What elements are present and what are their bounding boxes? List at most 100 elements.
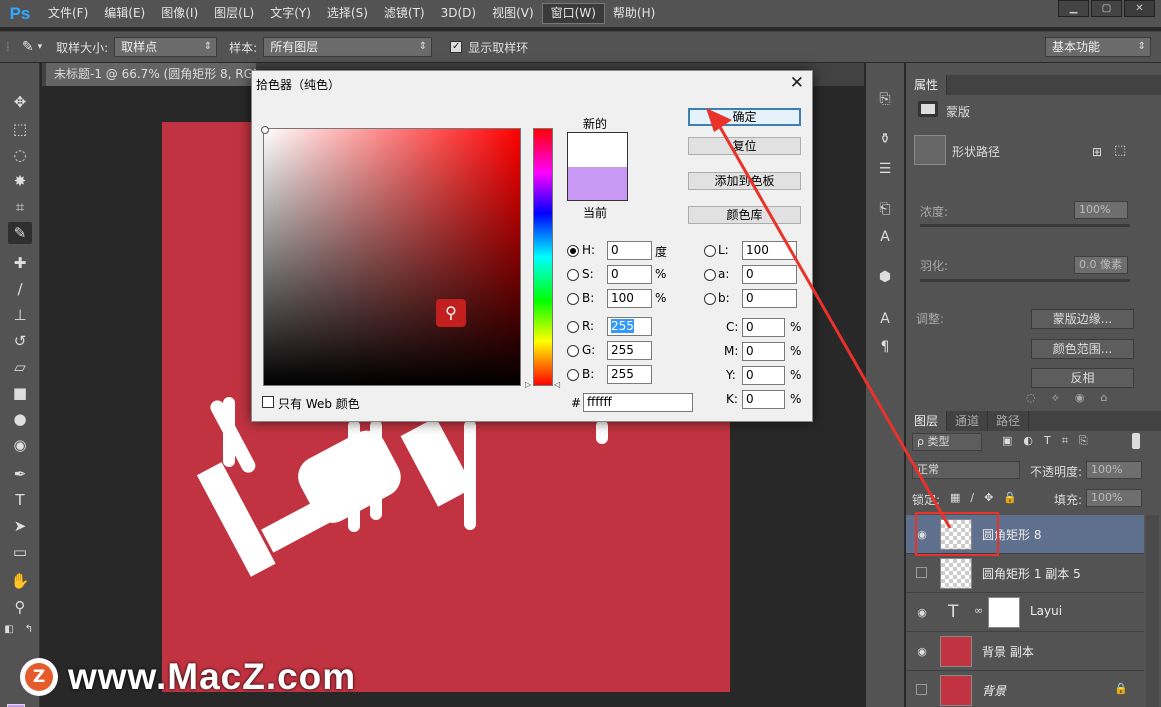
input-g[interactable]: 255	[607, 341, 652, 360]
opacity-field[interactable]: 100%	[1086, 461, 1142, 479]
tab-paths[interactable]: 路径	[988, 411, 1030, 431]
input-lab-b[interactable]: 0	[742, 289, 797, 308]
sample-select[interactable]: 所有图层	[263, 37, 433, 57]
input-a[interactable]: 0	[742, 265, 797, 284]
menu-3d[interactable]: 3D(D)	[433, 0, 484, 27]
input-l[interactable]: 100	[742, 241, 797, 260]
input-c[interactable]: 0	[742, 318, 785, 337]
ok-button[interactable]: 确定	[688, 108, 801, 126]
hex-input[interactable]: ffffff	[583, 393, 693, 412]
saturation-brightness-field[interactable]	[261, 126, 521, 386]
color-library-button[interactable]: 颜色库	[688, 206, 801, 224]
density-field[interactable]: 100%	[1074, 201, 1128, 219]
mask-edge-button[interactable]: 蒙版边缘...	[1031, 309, 1134, 329]
adjustments-icon[interactable]: ☰	[875, 159, 895, 179]
tab-properties[interactable]: 属性	[906, 75, 948, 95]
input-blue[interactable]: 255	[607, 365, 652, 384]
show-ring-checkbox[interactable]: ✓	[450, 41, 463, 53]
select-mask-icon[interactable]: ⬚	[1114, 143, 1126, 158]
layer-row[interactable]: ◉ 背景 副本	[906, 632, 1144, 671]
default-colors-icon[interactable]: ◧	[2, 619, 16, 641]
rectangle-tool-icon[interactable]: ▭	[8, 541, 32, 563]
character-styles-icon[interactable]: A	[875, 227, 895, 247]
input-y[interactable]: 0	[742, 366, 785, 385]
menu-file[interactable]: 文件(F)	[40, 0, 96, 27]
reset-button[interactable]: 复位	[688, 137, 801, 155]
current-color-swatch[interactable]	[568, 167, 627, 200]
menu-edit[interactable]: 编辑(E)	[96, 0, 153, 27]
menu-filter[interactable]: 滤镜(T)	[376, 0, 433, 27]
3d-icon[interactable]: ⬢	[875, 267, 895, 287]
eyedropper-tool-icon[interactable]: ✎	[8, 222, 32, 244]
menu-window[interactable]: 窗口(W)	[541, 3, 605, 24]
history-brush-tool-icon[interactable]: ↺	[8, 330, 32, 352]
radio-a[interactable]	[704, 269, 716, 281]
crop-tool-icon[interactable]: ⌗	[8, 196, 32, 218]
tab-layers[interactable]: 图层	[906, 411, 948, 431]
clone-source-icon[interactable]: ⎗	[875, 199, 895, 219]
healing-brush-tool-icon[interactable]: ✚	[8, 252, 32, 274]
history-icon[interactable]: ⎘	[875, 89, 895, 109]
input-s[interactable]: 0	[607, 265, 652, 284]
sample-size-select[interactable]: 取样点	[114, 37, 218, 57]
tab-channels[interactable]: 通道	[947, 411, 989, 431]
radio-h[interactable]	[567, 245, 579, 257]
add-swatch-button[interactable]: 添加到色板	[688, 172, 801, 190]
brush-preset-icon[interactable]: ⚱	[875, 129, 895, 149]
hue-slider[interactable]	[533, 128, 553, 386]
swap-colors-icon[interactable]: ↰	[22, 619, 36, 641]
radio-blue[interactable]	[567, 369, 579, 381]
blend-mode-select[interactable]: 正常	[912, 461, 1020, 479]
maximize-icon[interactable]: ▢	[1091, 0, 1122, 17]
eraser-tool-icon[interactable]: ▱	[8, 356, 32, 378]
menu-image[interactable]: 图像(I)	[153, 0, 206, 27]
type-tool-icon[interactable]: T	[8, 489, 32, 511]
input-r[interactable]: 255	[607, 317, 652, 336]
filter-type-icons[interactable]: ▣◐T⌗⎘	[1002, 434, 1099, 448]
density-slider[interactable]	[920, 224, 1130, 227]
menu-type[interactable]: 文字(Y)	[262, 0, 319, 27]
tool-preset-arrow-icon[interactable]: ▾	[38, 42, 43, 52]
layers-scrollbar[interactable]	[1146, 515, 1159, 707]
document-tab[interactable]: 未标题-1 @ 66.7% (圆角矩形 8, RGB/8) *	[46, 63, 256, 86]
visibility-off-box[interactable]	[916, 567, 927, 578]
feather-field[interactable]: 0.0 像素	[1074, 256, 1128, 274]
layer-row[interactable]: ◉ T ∞ Layui	[906, 593, 1144, 632]
character-icon[interactable]: A	[875, 309, 895, 329]
brush-tool-icon[interactable]: ∕	[8, 278, 32, 300]
radio-b[interactable]	[567, 293, 579, 305]
radio-s[interactable]	[567, 269, 579, 281]
visibility-eye-icon[interactable]: ◉	[915, 645, 929, 659]
clone-stamp-tool-icon[interactable]: ⊥	[8, 304, 32, 326]
blur-tool-icon[interactable]: ●	[8, 408, 32, 430]
dodge-tool-icon[interactable]: ◉	[8, 434, 32, 456]
add-mask-icon[interactable]: ⊞	[1092, 145, 1102, 159]
gradient-tool-icon[interactable]: ■	[8, 382, 32, 404]
input-k[interactable]: 0	[742, 390, 785, 409]
minimize-icon[interactable]: ▁	[1058, 0, 1089, 17]
menu-help[interactable]: 帮助(H)	[605, 0, 663, 27]
input-b[interactable]: 100	[607, 289, 652, 308]
visibility-eye-icon[interactable]: ◉	[915, 606, 929, 620]
input-m[interactable]: 0	[742, 342, 785, 361]
layer-filter-select[interactable]: ρ 类型	[912, 433, 982, 451]
close-icon[interactable]: ✕	[1124, 0, 1155, 17]
fill-field[interactable]: 100%	[1086, 489, 1142, 507]
path-selection-tool-icon[interactable]: ➤	[8, 515, 32, 537]
menu-view[interactable]: 视图(V)	[484, 0, 542, 27]
web-only-checkbox[interactable]	[262, 396, 274, 408]
close-icon[interactable]: ✕	[790, 73, 804, 93]
lasso-tool-icon[interactable]: ◌	[8, 144, 32, 166]
visibility-off-box[interactable]	[916, 684, 927, 695]
menu-layer[interactable]: 图层(L)	[206, 0, 262, 27]
pen-tool-icon[interactable]: ✒	[8, 463, 32, 485]
color-range-button[interactable]: 颜色范围...	[1031, 339, 1134, 359]
layer-row[interactable]: 圆角矩形 1 副本 5	[906, 554, 1144, 593]
hand-tool-icon[interactable]: ✋	[8, 570, 32, 592]
workspace-select[interactable]: 基本功能	[1045, 37, 1151, 57]
eyedropper-icon[interactable]: ✎	[22, 39, 34, 55]
radio-g[interactable]	[567, 345, 579, 357]
filter-toggle-icon[interactable]	[1132, 433, 1140, 449]
lock-icons[interactable]: ▦∕✥🔒	[950, 491, 1027, 504]
radio-l[interactable]	[704, 245, 716, 257]
